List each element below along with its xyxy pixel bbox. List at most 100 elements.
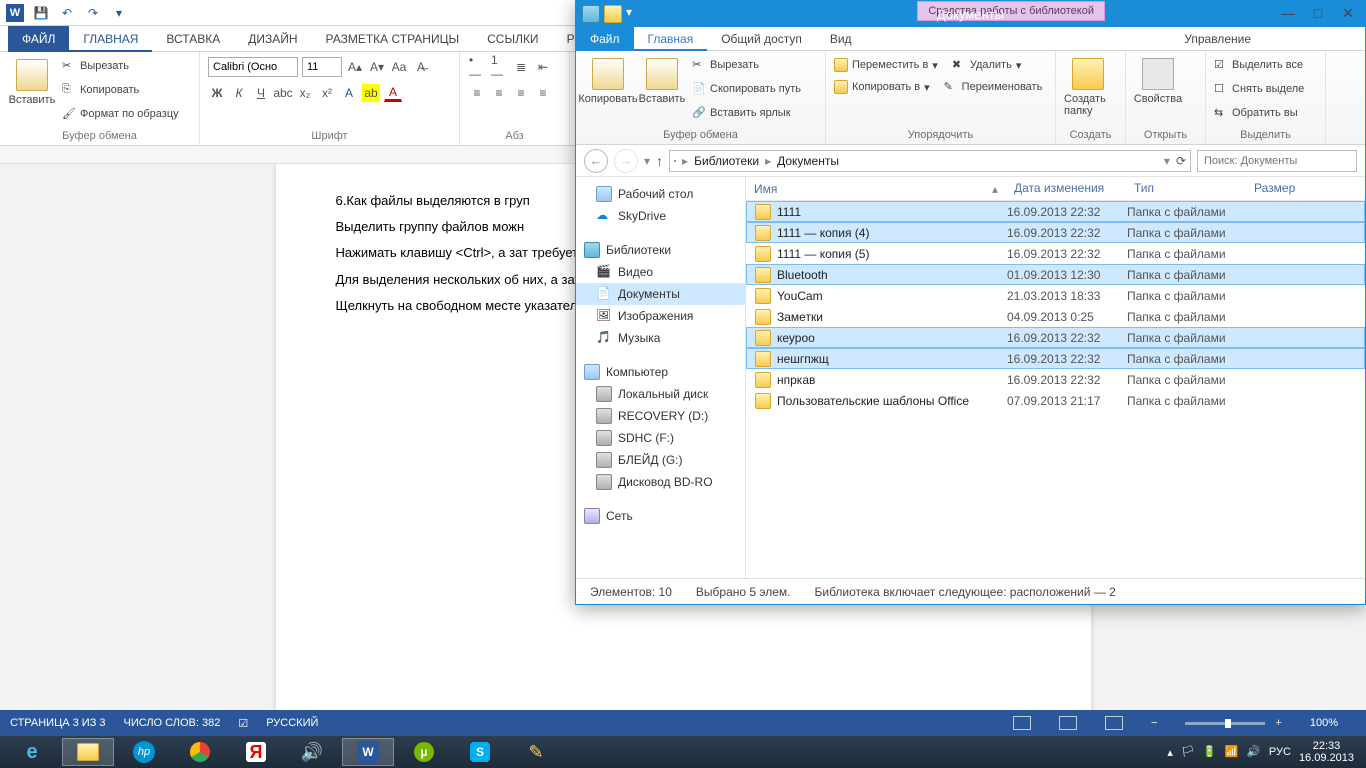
nav-videos[interactable]: 🎬Видео [576, 261, 745, 283]
cut-button[interactable]: ✂Вырезать [62, 56, 179, 76]
breadcrumb-documents[interactable]: Документы [777, 154, 839, 168]
nav-documents[interactable]: 📄Документы [576, 283, 745, 305]
recent-dropdown-icon[interactable]: ▾ [644, 154, 650, 168]
close-icon[interactable]: ✕ [1335, 4, 1361, 22]
back-button[interactable]: ← [584, 149, 608, 173]
cut-button[interactable]: ✂Вырезать [692, 55, 801, 75]
word-count[interactable]: ЧИСЛО СЛОВ: 382 [124, 717, 221, 729]
format-painter-button[interactable]: 🖌Формат по образцу [62, 104, 179, 124]
taskbar-yandex[interactable]: Я [230, 738, 282, 766]
bullets-icon[interactable]: •— [468, 58, 486, 76]
underline-icon[interactable]: Ч [252, 84, 270, 102]
file-row[interactable]: нпркав16.09.2013 22:32Папка с файлами [746, 369, 1365, 390]
volume-icon[interactable]: 🔊 [1247, 745, 1261, 759]
copy-button[interactable]: ⎘Копировать [62, 80, 179, 100]
col-name[interactable]: Имя▴ [746, 177, 1006, 200]
nav-blade[interactable]: БЛЕЙД (G:) [576, 449, 745, 471]
paste-shortcut-button[interactable]: 🔗Вставить ярлык [692, 103, 801, 123]
multilevel-icon[interactable]: ≣ [512, 58, 530, 76]
tab-home[interactable]: ГЛАВНАЯ [69, 26, 152, 52]
col-date[interactable]: Дата изменения [1006, 177, 1126, 200]
paste-button[interactable]: Вставить [8, 56, 56, 106]
file-row[interactable]: Bluetooth01.09.2013 12:30Папка с файлами [746, 264, 1365, 285]
bold-icon[interactable]: Ж [208, 84, 226, 102]
select-none-button[interactable]: ☐Снять выделе [1214, 79, 1304, 99]
highlight-icon[interactable]: ab [362, 84, 380, 102]
file-row[interactable]: Заметки04.09.2013 0:25Папка с файлами [746, 306, 1365, 327]
nav-recovery[interactable]: RECOVERY (D:) [576, 405, 745, 427]
spellcheck-icon[interactable]: ☑ [238, 717, 248, 730]
chevron-down-icon[interactable]: ▾ [1164, 154, 1170, 168]
font-name-input[interactable] [208, 57, 298, 77]
new-folder-button[interactable]: Создать папку [1064, 55, 1112, 117]
align-center-icon[interactable]: ≡ [490, 84, 508, 102]
col-type[interactable]: Тип [1126, 177, 1246, 200]
decrease-indent-icon[interactable]: ⇤ [534, 58, 552, 76]
numbering-icon[interactable]: 1— [490, 58, 508, 76]
properties-button[interactable]: Свойства [1134, 55, 1182, 105]
tab-manage[interactable]: Управление [1170, 27, 1265, 51]
align-right-icon[interactable]: ≡ [512, 84, 530, 102]
refresh-icon[interactable]: ⟳ [1176, 154, 1186, 168]
subscript-icon[interactable]: x₂ [296, 84, 314, 102]
file-row[interactable]: 111116.09.2013 22:32Папка с файлами [746, 201, 1365, 222]
zoom-level[interactable]: 100% [1310, 717, 1338, 729]
copy-button[interactable]: Копировать [584, 55, 632, 105]
maximize-icon[interactable]: □ [1305, 4, 1331, 22]
move-to-button[interactable]: Переместить в▾ [834, 55, 938, 75]
taskbar-hp[interactable]: hp [118, 738, 170, 766]
shrink-font-icon[interactable]: A▾ [368, 58, 386, 76]
read-mode-icon[interactable] [1013, 716, 1031, 730]
language-indicator[interactable]: РУССКИЙ [266, 717, 318, 729]
zoom-slider[interactable] [1185, 722, 1265, 725]
taskbar-word[interactable]: W [342, 738, 394, 766]
qat-dropdown-icon[interactable]: ▾ [110, 4, 128, 22]
tab-insert[interactable]: ВСТАВКА [152, 26, 234, 52]
select-all-button[interactable]: ☑Выделить все [1214, 55, 1304, 75]
tray-expand-icon[interactable]: ▴ [1167, 746, 1173, 759]
tab-file[interactable]: ФАЙЛ [8, 26, 69, 52]
qat-dropdown-icon[interactable]: ▾ [626, 5, 644, 23]
chevron-right-icon[interactable]: ▸ [682, 154, 688, 168]
undo-icon[interactable]: ↶ [58, 4, 76, 22]
taskbar-skype[interactable]: S [454, 738, 506, 766]
copy-path-button[interactable]: 📄Скопировать путь [692, 79, 801, 99]
wifi-icon[interactable]: 📶 [1225, 745, 1239, 759]
file-row[interactable]: Пользовательские шаблоны Office07.09.201… [746, 390, 1365, 411]
nav-desktop[interactable]: Рабочий стол [576, 183, 745, 205]
tab-home[interactable]: Главная [634, 27, 708, 51]
tab-view[interactable]: Вид [816, 27, 866, 51]
justify-icon[interactable]: ≡ [534, 84, 552, 102]
page-indicator[interactable]: СТРАНИЦА 3 ИЗ 3 [10, 717, 106, 729]
search-input[interactable] [1197, 150, 1357, 172]
nav-computer[interactable]: Компьютер [576, 361, 745, 383]
italic-icon[interactable]: К [230, 84, 248, 102]
tab-file[interactable]: Файл [576, 27, 634, 51]
forward-button[interactable]: → [614, 149, 638, 173]
font-size-input[interactable] [302, 57, 342, 77]
tab-design[interactable]: ДИЗАЙН [234, 26, 311, 52]
file-row[interactable]: 1111 — копия (5)16.09.2013 22:32Папка с … [746, 243, 1365, 264]
power-icon[interactable]: 🔋 [1203, 745, 1217, 759]
zoom-in-icon[interactable]: + [1275, 717, 1281, 729]
zoom-out-icon[interactable]: − [1151, 717, 1157, 729]
nav-local-disk[interactable]: Локальный диск [576, 383, 745, 405]
clear-format-icon[interactable]: A̶ [412, 58, 430, 76]
change-case-icon[interactable]: Aa [390, 58, 408, 76]
file-row[interactable]: нешгпжщ16.09.2013 22:32Папка с файлами [746, 348, 1365, 369]
nav-sdhc[interactable]: SDHC (F:) [576, 427, 745, 449]
taskbar-chrome[interactable] [174, 738, 226, 766]
web-layout-icon[interactable] [1105, 716, 1123, 730]
tab-share[interactable]: Общий доступ [707, 27, 816, 51]
taskbar-utorrent[interactable]: µ [398, 738, 450, 766]
invert-selection-button[interactable]: ⇆Обратить вы [1214, 103, 1304, 123]
tab-references[interactable]: ССЫЛКИ [473, 26, 552, 52]
font-color-icon[interactable]: A [384, 84, 402, 102]
taskbar-app[interactable]: ✎ [510, 738, 562, 766]
taskbar-sound[interactable]: 🔊 [286, 738, 338, 766]
tab-page-layout[interactable]: РАЗМЕТКА СТРАНИЦЫ [312, 26, 474, 52]
file-row[interactable]: кеуроо16.09.2013 22:32Папка с файлами [746, 327, 1365, 348]
delete-button[interactable]: ✖Удалить▾ [952, 55, 1022, 75]
col-size[interactable]: Размер [1246, 177, 1316, 200]
up-button[interactable]: ↑ [656, 153, 663, 169]
